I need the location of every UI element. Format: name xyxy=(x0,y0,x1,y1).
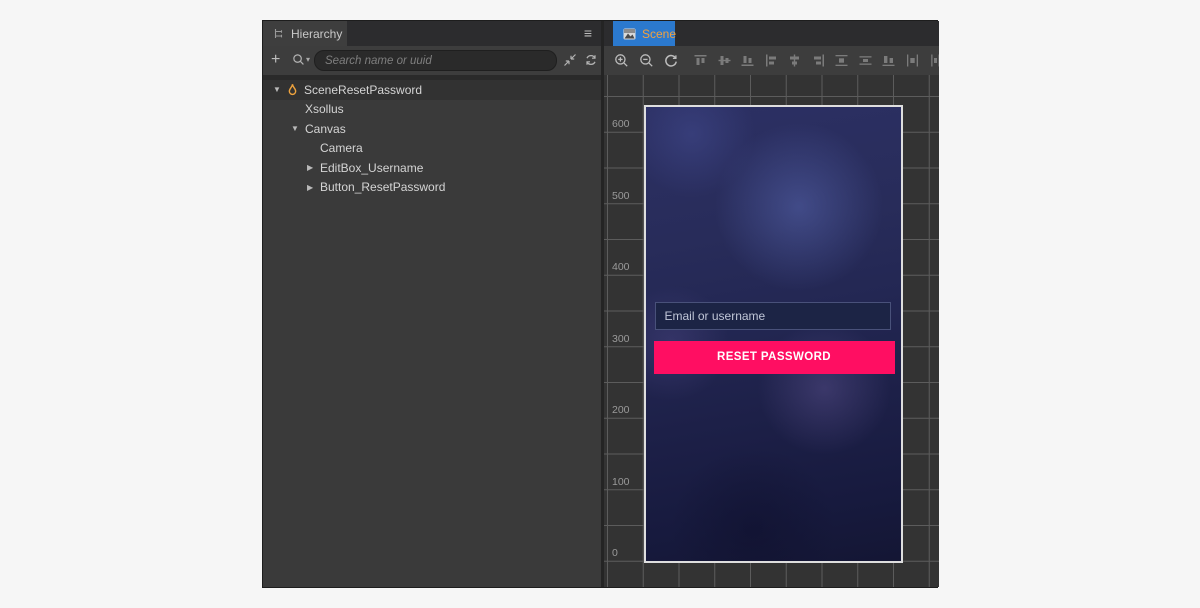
ruler-label-0: 0 xyxy=(612,547,638,559)
align-right-icon[interactable] xyxy=(812,54,825,67)
tree-row-camera[interactable]: Camera xyxy=(263,139,601,159)
tab-hierarchy[interactable]: Hierarchy xyxy=(263,21,347,46)
search-input[interactable] xyxy=(314,50,557,71)
reset-view-icon[interactable] xyxy=(664,54,678,68)
distribute-v-center-icon[interactable] xyxy=(859,54,872,67)
ruler-label-100: 100 xyxy=(612,476,638,488)
chevron-right-icon[interactable]: ▶ xyxy=(307,183,313,192)
tree-row-canvas[interactable]: ▼ Canvas xyxy=(263,119,601,139)
ruler-label-400: 400 xyxy=(612,261,638,273)
tree-label[interactable]: EditBox_Username xyxy=(320,161,423,175)
tab-scene-label: Scene xyxy=(642,27,676,41)
hierarchy-tabbar: Hierarchy ≡ xyxy=(263,21,601,46)
align-top-icon[interactable] xyxy=(694,54,707,67)
tree-row-button[interactable]: ▶ Button_ResetPassword xyxy=(263,178,601,198)
scene-flame-icon xyxy=(286,83,299,97)
tree-label[interactable]: Button_ResetPassword xyxy=(320,180,445,194)
search-filter-icon[interactable]: ▾ xyxy=(292,53,310,66)
email-username-field[interactable] xyxy=(655,302,891,330)
hierarchy-toolbar: + ▾ xyxy=(263,46,601,75)
align-left-icon[interactable] xyxy=(765,54,778,67)
scene-panel: Scene xyxy=(604,21,939,587)
tree-row-editbox[interactable]: ▶ EditBox_Username xyxy=(263,158,601,178)
panel-menu-icon[interactable]: ≡ xyxy=(584,25,592,41)
tab-hierarchy-label: Hierarchy xyxy=(291,27,342,41)
zoom-in-icon[interactable] xyxy=(614,53,629,68)
editor-window: Hierarchy ≡ + ▾ ▼ Scene xyxy=(262,20,938,588)
ruler-label-200: 200 xyxy=(612,404,638,416)
distribute-left-icon[interactable] xyxy=(906,54,919,67)
chevron-down-icon[interactable]: ▼ xyxy=(291,124,299,133)
hierarchy-tree-icon xyxy=(273,28,285,40)
align-v-center-icon[interactable] xyxy=(718,54,731,67)
tree-row-xsollus[interactable]: Xsollus xyxy=(263,100,601,120)
scene-image-icon xyxy=(623,28,636,40)
distribute-top-icon[interactable] xyxy=(835,54,848,67)
align-bottom-icon[interactable] xyxy=(741,54,754,67)
scene-stage-canvas[interactable]: RESET PASSWORD xyxy=(644,105,903,563)
ruler-label-600: 600 xyxy=(612,118,638,130)
add-node-button[interactable]: + xyxy=(271,50,280,70)
distribute-h-center-icon[interactable] xyxy=(929,54,939,67)
collapse-all-icon[interactable] xyxy=(563,53,577,67)
tree-label[interactable]: Camera xyxy=(320,141,363,155)
hierarchy-panel: Hierarchy ≡ + ▾ ▼ Scene xyxy=(263,21,601,587)
tab-scene[interactable]: Scene xyxy=(613,21,675,46)
refresh-icon[interactable] xyxy=(584,53,598,67)
ruler-label-300: 300 xyxy=(612,333,638,345)
zoom-out-icon[interactable] xyxy=(639,53,654,68)
tree-label[interactable]: Xsollus xyxy=(305,102,344,116)
tree-label[interactable]: Canvas xyxy=(305,122,346,136)
align-h-center-icon[interactable] xyxy=(788,54,801,67)
chevron-right-icon[interactable]: ▶ xyxy=(307,163,313,172)
distribute-bottom-icon[interactable] xyxy=(882,54,895,67)
ruler-label-500: 500 xyxy=(612,190,638,202)
scene-tabbar: Scene xyxy=(604,21,939,46)
tree-label[interactable]: SceneResetPassword xyxy=(304,83,422,97)
scene-viewport-grid[interactable]: 600 500 400 300 200 100 0 RESET PASSWORD xyxy=(604,75,939,587)
search-filter-caret-icon: ▾ xyxy=(306,55,310,64)
chevron-down-icon[interactable]: ▼ xyxy=(273,85,281,94)
scene-toolbar xyxy=(604,46,939,75)
tree-row-scene[interactable]: ▼ SceneResetPassword xyxy=(263,80,601,100)
reset-password-button[interactable]: RESET PASSWORD xyxy=(654,341,895,374)
hierarchy-tree: ▼ SceneResetPassword Xsollus ▼ Canvas Ca… xyxy=(263,75,601,587)
